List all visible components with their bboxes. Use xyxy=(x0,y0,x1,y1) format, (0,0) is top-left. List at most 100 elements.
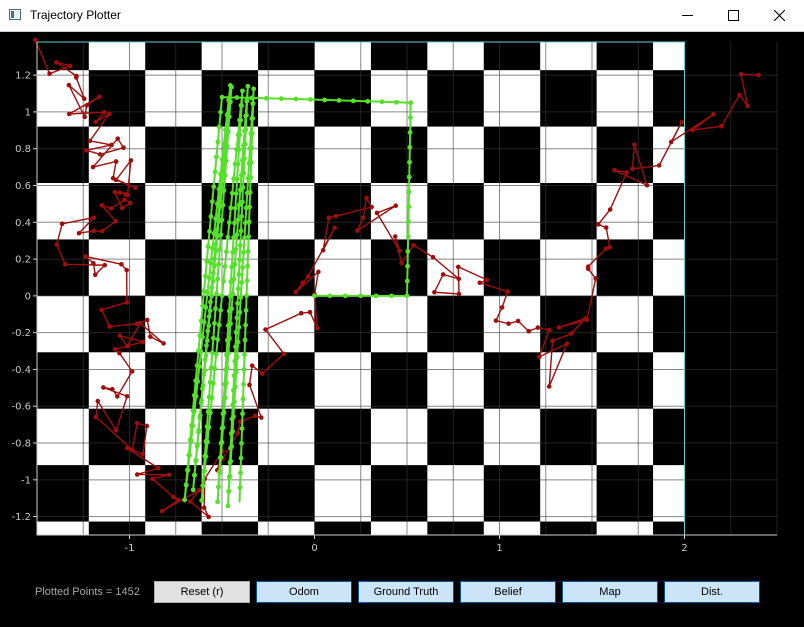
ground-truth-point xyxy=(405,234,411,239)
ground-truth-point xyxy=(241,156,247,161)
ground-truth-point xyxy=(218,232,224,238)
ground-truth-point xyxy=(407,159,412,165)
ground-truth-point xyxy=(198,349,204,355)
odom-point xyxy=(150,476,155,482)
ground-truth-point xyxy=(407,144,413,150)
ground-truth-point xyxy=(207,308,213,314)
ground-truth-point xyxy=(236,271,242,277)
dist-toggle-button[interactable]: Dist. xyxy=(664,581,760,603)
ground-truth-point xyxy=(233,191,239,196)
odom-point xyxy=(113,159,119,164)
ground-truth-point xyxy=(209,293,214,299)
maximize-icon xyxy=(727,10,739,21)
ground-truth-point xyxy=(242,141,248,147)
odom-point xyxy=(719,123,724,129)
map-dark-cell xyxy=(427,183,484,240)
ground-truth-point xyxy=(190,487,196,493)
ground-truth-point xyxy=(241,250,246,256)
title-bar[interactable]: Trajectory Plotter xyxy=(0,0,804,32)
odom-point xyxy=(258,415,264,420)
odom-point xyxy=(603,225,609,230)
reset-button[interactable]: Reset (r) xyxy=(154,581,250,603)
close-button[interactable] xyxy=(756,0,802,31)
ground-truth-point xyxy=(210,270,216,276)
ground-truth-point xyxy=(206,314,212,319)
ground-truth-point xyxy=(217,247,223,252)
ground-truth-point xyxy=(216,261,222,267)
odom-toggle-button[interactable]: Odom xyxy=(256,581,352,603)
ground-truth-point xyxy=(312,293,317,299)
trajectory-plot[interactable]: -1 0 1 2 1.2 1 0.8 0.6 0.4 0.2 0 -0.2 -0.4 -0.6 -0.8 -1… xyxy=(0,32,804,565)
ground-truth-point xyxy=(213,351,219,357)
ground-truth-point xyxy=(244,293,249,299)
odom-point xyxy=(593,276,598,281)
odom-point xyxy=(62,262,68,267)
odom-point xyxy=(32,37,38,42)
odom-point xyxy=(737,92,742,98)
ground-truth-point xyxy=(212,263,217,269)
ground-truth-point xyxy=(233,369,239,375)
ground-truth-point xyxy=(206,275,212,281)
ground-truth-point xyxy=(293,96,299,102)
map-dark-cell xyxy=(145,126,202,184)
odom-point xyxy=(392,234,398,239)
ground-truth-point xyxy=(248,160,254,166)
odom-point xyxy=(300,280,306,286)
ground-truth-point xyxy=(379,99,385,105)
odom-point xyxy=(99,307,104,313)
odom-point xyxy=(320,247,326,253)
ground-truth-point xyxy=(203,305,209,310)
odom-point xyxy=(316,269,321,275)
map-dark-cell xyxy=(653,70,685,127)
map-dark-cell xyxy=(201,521,259,535)
odom-point xyxy=(101,385,106,390)
odom-point xyxy=(140,451,146,457)
ground-truth-point xyxy=(327,293,333,299)
ground-truth-point xyxy=(199,397,205,403)
map-dark-cell xyxy=(37,239,89,296)
ground-truth-point xyxy=(215,213,221,218)
ground-truth-point xyxy=(238,228,244,234)
odom-point xyxy=(738,72,744,77)
odom-point xyxy=(124,393,130,399)
ground-truth-point xyxy=(215,499,221,505)
odom-point xyxy=(550,338,555,344)
ground-truth-point xyxy=(232,220,237,226)
ground-truth-point xyxy=(231,414,236,419)
ground-truth-point xyxy=(389,293,394,299)
odom-point xyxy=(96,94,102,100)
map-toggle-button[interactable]: Map xyxy=(562,581,658,603)
ground-truth-point xyxy=(322,97,328,103)
map-dark-cell xyxy=(427,295,484,353)
maximize-button[interactable] xyxy=(710,0,756,31)
ground-truth-point xyxy=(207,229,212,234)
odom-point xyxy=(124,267,129,273)
ground-truth-point xyxy=(223,158,229,164)
ground-truth-point xyxy=(234,176,240,182)
map-dark-cell xyxy=(370,352,428,409)
ground-truth-point xyxy=(224,143,230,149)
ground-truth-point xyxy=(212,169,218,175)
ground-truth-point xyxy=(237,485,243,491)
map-dark-cell xyxy=(540,521,597,535)
odom-point xyxy=(477,280,483,286)
ground-truth-point xyxy=(226,488,232,494)
ground-truth-point xyxy=(228,458,234,464)
ground-truth-point xyxy=(365,98,371,104)
ground-truth-point xyxy=(215,139,221,145)
odom-point xyxy=(535,325,541,330)
ground-truth-point xyxy=(232,261,238,267)
odom-point xyxy=(281,351,287,357)
odom-point xyxy=(123,191,128,197)
ground-truth-point xyxy=(238,455,244,461)
ground-truth-point xyxy=(406,204,412,210)
ground-truth-point xyxy=(242,337,248,343)
odom-point xyxy=(109,142,114,148)
minimize-button[interactable] xyxy=(664,0,710,31)
ground-truth-toggle-button[interactable]: Ground Truth xyxy=(358,581,454,603)
odom-point xyxy=(326,215,332,221)
belief-toggle-button[interactable]: Belief xyxy=(460,581,556,603)
ground-truth-point xyxy=(235,217,241,223)
ground-truth-point xyxy=(240,265,246,270)
ground-truth-point xyxy=(185,467,191,473)
